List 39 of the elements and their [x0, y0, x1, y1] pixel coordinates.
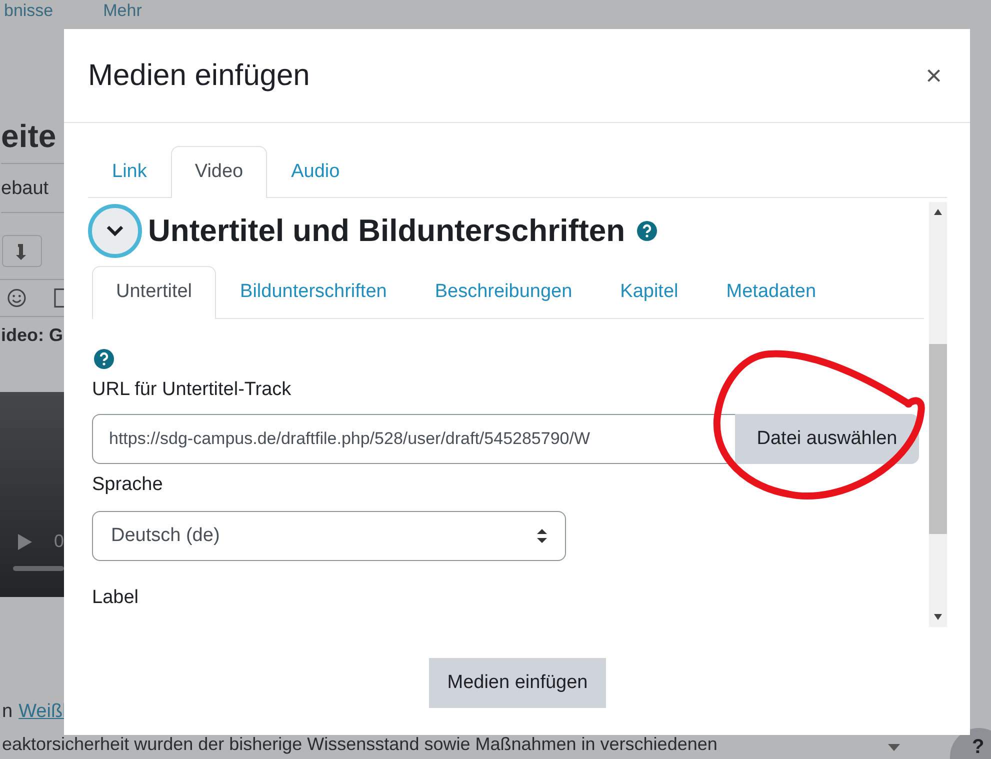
tab[interactable]: Video: [170, 146, 268, 198]
nav-link[interactable]: bnisse: [4, 0, 54, 22]
tab[interactable]: Metadaten: [702, 266, 840, 319]
toolbar-button[interactable]: [2, 235, 42, 267]
tab[interactable]: Link: [88, 146, 171, 198]
scrollbar[interactable]: [929, 202, 947, 627]
sort-arrows-icon: [537, 529, 547, 543]
video-time: 0: [54, 531, 64, 552]
field-label: Sprache: [92, 474, 164, 496]
tab[interactable]: Audio: [267, 146, 364, 198]
paragraph-text: eaktorsicherheit wurden der bisherige Wissensstand sowie Maßnahmen in verschiedenen: [2, 734, 718, 754]
field-label: Label: [92, 587, 140, 609]
chevron-icon: [105, 224, 125, 238]
collapse-button[interactable]: [88, 204, 142, 258]
field-label: URL für Untertitel-Track: [92, 379, 292, 401]
tab[interactable]: Beschreibungen: [410, 266, 596, 319]
paragraph-text: n: [2, 701, 13, 723]
nav-link[interactable]: Mehr: [103, 0, 142, 22]
dialog-title: Medien einfügen: [88, 58, 310, 92]
language-select[interactable]: Deutsch (de): [92, 511, 566, 561]
help-icon[interactable]: [637, 221, 658, 241]
close-button[interactable]: ×: [922, 60, 946, 92]
arrow-down-icon: [15, 242, 29, 260]
tab[interactable]: Bildunterschriften: [216, 266, 411, 319]
progress-track[interactable]: [13, 566, 64, 571]
tab[interactable]: Kapitel: [596, 266, 702, 319]
submit-button[interactable]: Medien einfügen: [429, 658, 606, 708]
play-icon[interactable]: [18, 534, 32, 550]
caret-icon[interactable]: [888, 744, 900, 752]
video-player[interactable]: 0: [0, 392, 64, 597]
smiley-icon[interactable]: [7, 288, 26, 308]
section-heading: Untertitel und Bildunterschriften: [148, 213, 626, 249]
url-field[interactable]: https://sdg-campus.de/draftfile.php/528/user/draft/545285790/W: [92, 414, 735, 464]
help-icon[interactable]: [94, 349, 114, 369]
video-label: ideo: G: [1, 325, 64, 346]
scroll-up-icon[interactable]: [934, 209, 942, 215]
tab[interactable]: Untertitel: [92, 266, 216, 319]
scroll-down-icon[interactable]: [934, 614, 942, 620]
browse-button[interactable]: Datei auswählen: [735, 414, 919, 464]
